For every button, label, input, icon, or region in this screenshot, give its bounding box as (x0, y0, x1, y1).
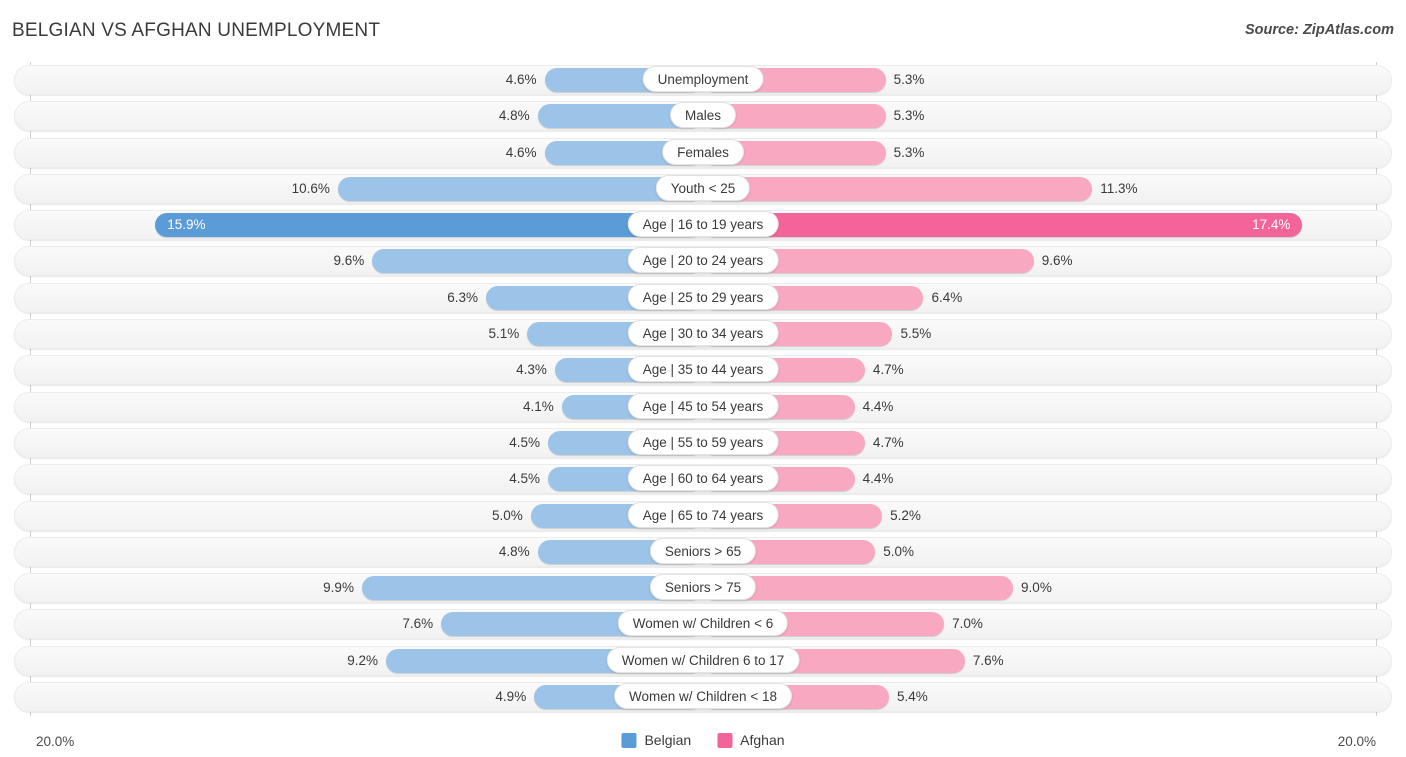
value-label-afghan: 4.7% (872, 434, 904, 450)
chart-row: 4.6% 5.3% Unemployment (0, 62, 1406, 98)
chart-row: 9.9% 9.0% Seniors > 75 (0, 570, 1406, 606)
chart-page: BELGIAN VS AFGHAN UNEMPLOYMENT Source: Z… (0, 0, 1406, 757)
chart-row: 9.6% 9.6% Age | 20 to 24 years (0, 243, 1406, 279)
value-label-belgian: 4.5% (509, 434, 540, 450)
chart-row: 4.3% 4.7% Age | 35 to 44 years (0, 352, 1406, 388)
chart-legend: Belgian Afghan (621, 732, 785, 748)
value-label-belgian: 5.1% (488, 326, 520, 342)
legend-swatch-icon (621, 732, 637, 748)
value-label-belgian: 15.9% (167, 217, 206, 233)
value-label-belgian: 5.0% (491, 507, 523, 523)
category-label: Age | 45 to 54 years (627, 392, 779, 419)
legend-item[interactable]: Belgian (621, 732, 691, 748)
chart-plot-area: 4.6% 5.3% Unemployment 4.8% 5.3% Males 4.6% 5.3… (0, 62, 1406, 716)
value-label-afghan: 4.4% (862, 471, 894, 487)
category-label: Age | 25 to 29 years (627, 283, 779, 310)
chart-row: 5.0% 5.2% Age | 65 to 74 years (0, 498, 1406, 534)
value-label-belgian: 10.6% (291, 180, 330, 196)
legend-swatch-icon (717, 732, 733, 748)
value-label-belgian: 9.2% (347, 652, 379, 668)
chart-row: 4.5% 4.7% Age | 55 to 59 years (0, 425, 1406, 461)
chart-row: 7.6% 7.0% Women w/ Children < 6 (0, 606, 1406, 642)
value-label-belgian: 4.8% (498, 543, 530, 559)
category-label: Seniors > 65 (649, 537, 757, 564)
chart-row: 4.6% 5.3% Females (0, 135, 1406, 171)
value-label-afghan: 17.4% (1252, 217, 1291, 233)
chart-row: 4.1% 4.4% Age | 45 to 54 years (0, 389, 1406, 425)
chart-row: 4.8% 5.0% Seniors > 65 (0, 534, 1406, 570)
value-label-afghan: 9.0% (1021, 580, 1052, 596)
chart-row: 4.9% 5.4% Women w/ Children < 18 (0, 679, 1406, 715)
category-label: Age | 20 to 24 years (627, 247, 779, 274)
legend-label: Belgian (644, 732, 692, 748)
chart-row: 15.9% 17.4% Age | 16 to 19 years (0, 207, 1406, 243)
value-label-belgian: 4.9% (495, 689, 527, 705)
value-label-belgian: 7.6% (402, 616, 434, 632)
value-label-afghan: 5.2% (890, 507, 921, 523)
category-label: Women w/ Children < 6 (617, 610, 789, 637)
value-label-afghan: 5.3% (893, 144, 925, 160)
chart-row: 4.5% 4.4% Age | 60 to 64 years (0, 461, 1406, 497)
value-label-afghan: 11.3% (1100, 180, 1138, 196)
category-label: Age | 35 to 44 years (627, 356, 779, 383)
value-label-afghan: 6.4% (931, 289, 963, 305)
value-label-afghan: 5.3% (893, 72, 925, 87)
value-label-belgian: 4.1% (522, 398, 554, 414)
category-label: Males (669, 102, 737, 129)
legend-item[interactable]: Afghan (717, 732, 785, 748)
category-label: Females (662, 138, 744, 165)
value-label-belgian: 9.9% (323, 580, 354, 596)
axis-min-label: 20.0% (36, 734, 75, 749)
chart-footer: 20.0% 20.0% Belgian Afghan (0, 716, 1406, 757)
category-label: Age | 60 to 64 years (627, 465, 779, 492)
value-label-belgian: 4.8% (498, 108, 530, 124)
value-label-afghan: 4.4% (862, 398, 894, 414)
value-label-belgian: 4.3% (516, 362, 547, 378)
category-label: Women w/ Children < 18 (614, 683, 792, 710)
value-label-belgian: 4.6% (505, 72, 537, 87)
bar-afghan (703, 213, 1303, 238)
category-label: Age | 16 to 19 years (627, 211, 779, 238)
value-label-belgian: 4.5% (509, 471, 540, 487)
category-label: Youth < 25 (655, 174, 751, 201)
chart-row: 9.2% 7.6% Women w/ Children 6 to 17 (0, 643, 1406, 679)
bar-afghan (703, 176, 1093, 201)
value-label-afghan: 5.4% (897, 689, 928, 705)
chart-rows: 4.6% 5.3% Unemployment 4.8% 5.3% Males 4.6% 5.3… (0, 62, 1406, 715)
value-label-afghan: 5.3% (893, 108, 925, 124)
category-label: Age | 65 to 74 years (627, 501, 779, 528)
value-label-afghan: 4.7% (872, 362, 904, 378)
category-label: Age | 30 to 34 years (627, 320, 779, 347)
value-label-belgian: 6.3% (447, 289, 478, 305)
category-label: Unemployment (642, 66, 764, 92)
bar-belgian (155, 213, 703, 238)
legend-label: Afghan (740, 732, 785, 748)
chart-row: 6.3% 6.4% Age | 25 to 29 years (0, 280, 1406, 316)
category-label: Women w/ Children 6 to 17 (606, 646, 800, 673)
category-label: Age | 55 to 59 years (627, 428, 779, 455)
value-label-afghan: 7.6% (972, 652, 1004, 668)
category-label: Seniors > 75 (649, 574, 757, 601)
value-label-belgian: 4.6% (505, 144, 537, 160)
bar-belgian (337, 176, 703, 201)
value-label-belgian: 9.6% (333, 253, 365, 269)
chart-row: 4.8% 5.3% Males (0, 98, 1406, 134)
page-title: BELGIAN VS AFGHAN UNEMPLOYMENT (12, 20, 381, 41)
value-label-afghan: 7.0% (952, 616, 983, 632)
value-label-afghan: 5.0% (883, 543, 915, 559)
value-label-afghan: 9.6% (1041, 253, 1073, 269)
chart-row: 10.6% 11.3% Youth < 25 (0, 171, 1406, 207)
source-attribution: Source: ZipAtlas.com (1244, 22, 1394, 38)
chart-row: 5.1% 5.5% Age | 30 to 34 years (0, 316, 1406, 352)
axis-max-label: 20.0% (1337, 734, 1376, 749)
value-label-afghan: 5.5% (900, 326, 932, 342)
